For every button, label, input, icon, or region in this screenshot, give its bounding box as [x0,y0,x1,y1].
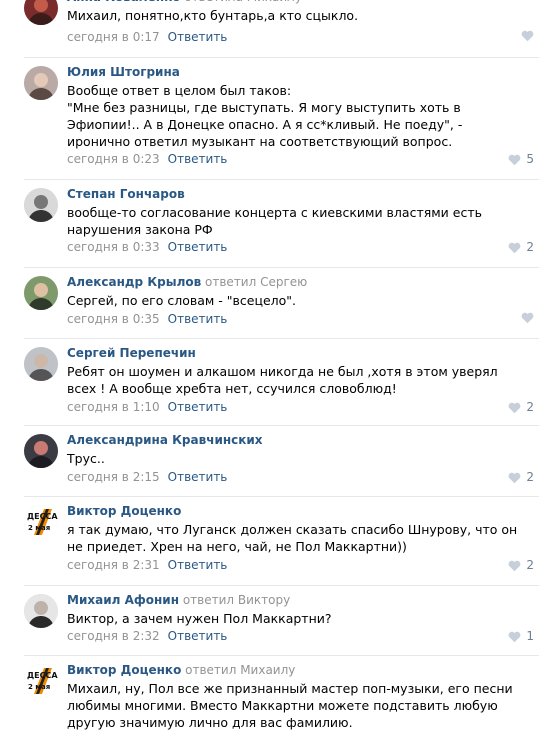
author-name-link[interactable]: Виктор Доценко [67,504,181,518]
svg-text:ДЕССА: ДЕССА [27,671,58,680]
comment-text: вообще-то согласование концерта с киевск… [67,205,482,237]
comment-meta: сегодня в 0:23 Ответить [67,152,227,167]
heart-icon [508,631,521,643]
comment-divider [24,425,539,426]
comment-timestamp[interactable]: сегодня в 0:17 [67,30,160,44]
comment-timestamp[interactable]: сегодня в 2:32 [67,629,160,643]
avatar[interactable] [24,276,58,310]
like-button[interactable]: 2 [508,400,534,415]
svg-text:ДЕССА: ДЕССА [27,512,58,521]
reply-button[interactable]: Ответить [168,400,228,414]
svg-text:2 мая: 2 мая [28,524,50,532]
comment-text: Ребят он шоумен и алкашом никогда не был… [67,364,498,396]
reply-to-link[interactable]: ответил Михаилу [185,663,295,677]
avatar[interactable] [24,347,58,381]
heart-icon [521,312,534,324]
like-button[interactable] [521,312,534,324]
avatar[interactable]: ДЕССА 2 мая [24,664,58,698]
comment-header: Александрина Кравчинских [67,433,263,448]
comment-header: Степан Гончаров [67,187,185,202]
reply-button[interactable]: Ответить [168,152,228,166]
reply-button[interactable]: Ответить [168,629,228,643]
reply-to-link[interactable]: ответила Михаилу [184,0,302,4]
comment-header: Сергей Перепечин [67,346,196,361]
heart-icon [508,154,521,166]
comment-meta: сегодня в 1:10 Ответить [67,400,227,415]
reply-to-link[interactable]: ответил Виктору [183,593,290,607]
comment-timestamp[interactable]: сегодня в 0:23 [67,152,160,166]
avatar[interactable] [24,0,58,25]
reply-button[interactable]: Ответить [168,240,228,254]
heart-icon [508,560,521,572]
author-name-link[interactable]: Юлия Штогрина [67,65,180,79]
reply-to-link[interactable]: ответил Сергею [205,275,307,289]
comment-text: Сергей, по его словам - "всецело". [67,293,297,308]
comment-divider [24,585,539,586]
like-button[interactable]: 2 [508,558,534,573]
comment-header: Виктор Доценко [67,504,181,519]
like-count: 2 [526,558,534,572]
avatar[interactable] [24,434,58,468]
reply-button[interactable]: Ответить [168,558,228,572]
like-count: 5 [526,152,534,166]
comment-divider [24,57,539,58]
comment-meta: сегодня в 2:15 Ответить [67,470,227,485]
comment-text: Виктор, а зачем нужен Пол Маккартни? [67,611,332,626]
comment-divider [24,338,539,339]
comment-meta: сегодня в 0:17 Ответить [67,30,227,45]
comment-timestamp[interactable]: сегодня в 1:10 [67,400,160,414]
author-name-link[interactable]: Михаил Афонин [67,593,179,607]
comment-divider [24,496,539,497]
author-name-link[interactable]: Сергей Перепечин [67,346,196,360]
comment-text: Михаил, ну, Пол все же признанный мастер… [67,681,513,730]
author-name-link[interactable]: Александр Крылов [67,275,201,289]
avatar[interactable] [24,66,58,100]
reply-button[interactable]: Ответить [168,30,228,44]
like-button[interactable]: 2 [508,470,534,485]
comment-meta: сегодня в 0:33 Ответить [67,240,227,255]
like-count: 1 [526,629,534,643]
author-name-link[interactable]: Александрина Кравчинских [67,433,263,447]
comment-header: Виктор Доценко ответил Михаилу [67,663,295,678]
heart-icon [508,402,521,414]
comment-header: Анна Коваленко ответила Михаилу [67,0,302,5]
author-name-link[interactable]: Степан Гончаров [67,187,185,201]
author-name-link[interactable]: Виктор Доценко [67,663,181,677]
comment-timestamp[interactable]: сегодня в 0:35 [67,312,160,326]
like-button[interactable]: 2 [508,240,534,255]
like-button[interactable]: 5 [508,152,534,167]
avatar[interactable] [24,594,58,628]
comment-timestamp[interactable]: сегодня в 2:15 [67,470,160,484]
comment-divider [24,179,539,180]
comment-header: Юлия Штогрина [67,65,180,80]
avatar[interactable]: ДЕССА 2 мая [24,505,58,539]
comment-meta: сегодня в 2:32 Ответить [67,629,227,644]
comment-divider [24,655,539,656]
comment-text: Михаил, понятно,кто бунтарь,а кто сцыкло… [67,8,359,23]
comment-timestamp[interactable]: сегодня в 2:31 [67,558,160,572]
comment-header: Михаил Афонин ответил Виктору [67,593,290,608]
like-count: 2 [526,240,534,254]
author-name-link[interactable]: Анна Коваленко [67,0,181,4]
heart-icon [521,30,534,42]
comment-text: Трус.. [67,451,105,466]
comment-timestamp[interactable]: сегодня в 0:33 [67,240,160,254]
svg-text:2 мая: 2 мая [28,683,50,691]
comment-header: Александр Крылов ответил Сергею [67,275,307,290]
heart-icon [508,242,521,254]
like-button[interactable] [521,30,534,42]
like-count: 2 [526,470,534,484]
like-button[interactable]: 1 [508,629,534,644]
comment-meta: сегодня в 0:35 Ответить [67,312,227,327]
avatar[interactable] [24,188,58,222]
heart-icon [508,472,521,484]
comment-text: я так думаю, что Луганск должен сказать … [67,522,518,554]
comment-meta: сегодня в 2:31 Ответить [67,558,227,573]
like-count: 2 [526,400,534,414]
reply-button[interactable]: Ответить [168,312,228,326]
comment-divider [24,267,539,268]
comment-text: Вообще ответ в целом был таков: "Мне без… [67,83,463,149]
reply-button[interactable]: Ответить [168,470,228,484]
